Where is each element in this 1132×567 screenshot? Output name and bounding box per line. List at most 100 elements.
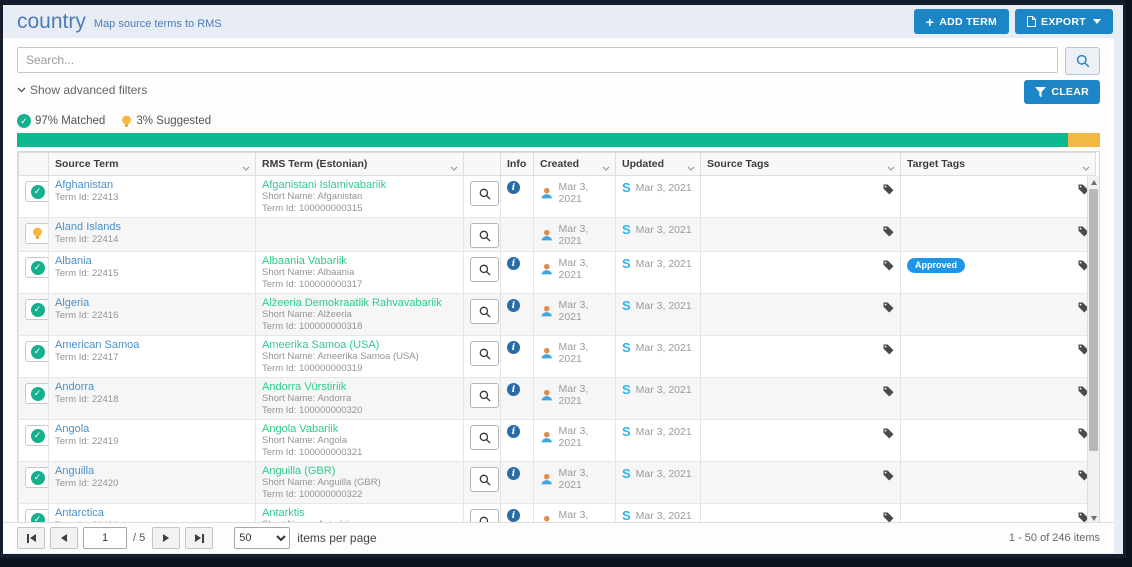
search-button[interactable] <box>1065 47 1100 75</box>
updated-cell: S Mar 3, 2021 <box>616 378 701 420</box>
scroll-up-icon[interactable] <box>1091 180 1097 185</box>
target-tags-column-header[interactable]: Target Tags <box>901 153 1096 176</box>
source-term-cell: Algeria Term Id: 22416 <box>49 294 256 336</box>
export-button[interactable]: EXPORT <box>1015 9 1113 34</box>
info-icon[interactable]: i <box>507 509 520 522</box>
updated-cell: S Mar 3, 2021 <box>616 218 701 252</box>
tag-icon[interactable] <box>883 302 894 316</box>
next-page-button[interactable] <box>152 527 180 549</box>
add-term-button[interactable]: + ADD TERM <box>914 9 1009 34</box>
source-term-link[interactable]: Algeria <box>55 297 89 310</box>
matched-check-icon: ✓ <box>31 185 45 199</box>
status-button[interactable]: ✓ <box>25 181 49 202</box>
last-page-button[interactable] <box>185 527 213 549</box>
info-icon[interactable]: i <box>507 467 520 480</box>
arrow-right-icon <box>195 534 201 542</box>
scrollbar-thumb[interactable] <box>1089 189 1098 451</box>
user-avatar-icon <box>540 346 554 360</box>
chevron-down-icon[interactable] <box>687 162 695 174</box>
target-tags-cell: Approved <box>901 252 1096 294</box>
source-term-link[interactable]: American Samoa <box>55 339 139 352</box>
total-pages-label: / 5 <box>133 532 145 544</box>
source-tags-column-header[interactable]: Source Tags <box>701 153 901 176</box>
chevron-down-icon[interactable] <box>242 162 250 174</box>
rms-term-column-header[interactable]: RMS Term (Estonian) <box>256 153 464 176</box>
page-size-select[interactable]: 50 <box>234 527 290 549</box>
tag-icon[interactable] <box>883 428 894 442</box>
created-cell: Mar 3, 2021 <box>534 504 616 525</box>
table-scrollbar[interactable] <box>1087 176 1099 524</box>
arrow-right-icon <box>163 534 169 542</box>
show-advanced-filters-toggle[interactable]: Show advanced filters <box>17 83 147 97</box>
source-term-link[interactable]: Antarctica <box>55 507 104 520</box>
created-cell: Mar 3, 2021 <box>534 336 616 378</box>
tag-icon[interactable] <box>883 470 894 484</box>
status-button[interactable]: ✓ <box>25 425 49 446</box>
source-term-id: Term Id: 22418 <box>55 395 249 406</box>
source-term-link[interactable]: Angola <box>55 423 89 436</box>
info-icon[interactable]: i <box>507 181 520 194</box>
chevron-down-icon[interactable] <box>450 162 458 174</box>
tag-icon[interactable] <box>883 386 894 400</box>
preview-button[interactable] <box>470 181 499 206</box>
created-date: Mar 3, 2021 <box>559 467 609 491</box>
created-column-header[interactable]: Created <box>534 153 616 176</box>
page-number-input[interactable] <box>83 527 127 549</box>
status-cell: ✓ <box>19 462 49 504</box>
preview-button[interactable] <box>470 467 499 492</box>
source-term-link[interactable]: Afghanistan <box>55 179 113 192</box>
chevron-down-icon[interactable] <box>887 162 895 174</box>
info-cell: i <box>501 378 534 420</box>
chevron-down-icon[interactable] <box>602 162 610 174</box>
first-page-button[interactable] <box>17 527 45 549</box>
target-tags-cell <box>901 294 1096 336</box>
target-tags-cell <box>901 336 1096 378</box>
clear-filters-button[interactable]: CLEAR <box>1024 80 1100 104</box>
info-icon[interactable]: i <box>507 257 520 270</box>
updated-column-header[interactable]: Updated <box>616 153 701 176</box>
document-icon <box>1027 16 1036 27</box>
source-term-link[interactable]: Aland Islands <box>55 221 121 234</box>
progress-suggested-segment <box>1068 133 1100 147</box>
preview-button[interactable] <box>470 257 499 282</box>
info-icon[interactable]: i <box>507 425 520 438</box>
chevron-down-icon[interactable] <box>1082 162 1090 174</box>
table-row: ✓ Algeria Term Id: 22416 Alžeeria Demokr… <box>19 294 1096 336</box>
target-tags-cell <box>901 378 1096 420</box>
preview-button[interactable] <box>470 341 499 366</box>
rms-term-cell: Afganistani Islamivabariik Short Name: A… <box>256 176 464 218</box>
status-button[interactable]: ✓ <box>25 383 49 404</box>
source-term-link[interactable]: Andorra <box>55 381 94 394</box>
rms-term-cell: Albaania Vabariik Short Name: Albaania T… <box>256 252 464 294</box>
updated-cell: S Mar 3, 2021 <box>616 336 701 378</box>
status-button[interactable]: ✓ <box>25 299 49 320</box>
preview-button[interactable] <box>470 383 499 408</box>
source-term-link[interactable]: Anguilla <box>55 465 94 478</box>
source-term-column-header[interactable]: Source Term <box>49 153 256 176</box>
status-button[interactable]: ✓ <box>25 341 49 362</box>
search-input[interactable] <box>17 47 1058 73</box>
source-term-cell: Afghanistan Term Id: 22413 <box>49 176 256 218</box>
status-cell: ✓ <box>19 176 49 218</box>
preview-button[interactable] <box>470 223 499 248</box>
updated-date: Mar 3, 2021 <box>636 426 692 438</box>
matched-check-icon: ✓ <box>31 387 45 401</box>
status-button[interactable]: ✓ <box>25 223 49 244</box>
status-button[interactable]: ✓ <box>25 467 49 488</box>
info-icon[interactable]: i <box>507 299 520 312</box>
info-icon[interactable]: i <box>507 341 520 354</box>
info-icon[interactable]: i <box>507 383 520 396</box>
preview-button[interactable] <box>470 425 499 450</box>
tag-icon[interactable] <box>883 226 894 240</box>
source-term-id: Term Id: 22419 <box>55 437 249 448</box>
rms-term-id: Term Id: 100000000319 <box>262 364 457 375</box>
tag-icon[interactable] <box>883 184 894 198</box>
previous-page-button[interactable] <box>50 527 78 549</box>
preview-button[interactable] <box>470 299 499 324</box>
tag-icon[interactable] <box>883 260 894 274</box>
status-button[interactable]: ✓ <box>25 257 49 278</box>
updated-date: Mar 3, 2021 <box>636 224 692 236</box>
source-term-link[interactable]: Albania <box>55 255 92 268</box>
tag-icon[interactable] <box>883 344 894 358</box>
scroll-down-icon[interactable] <box>1091 516 1097 521</box>
